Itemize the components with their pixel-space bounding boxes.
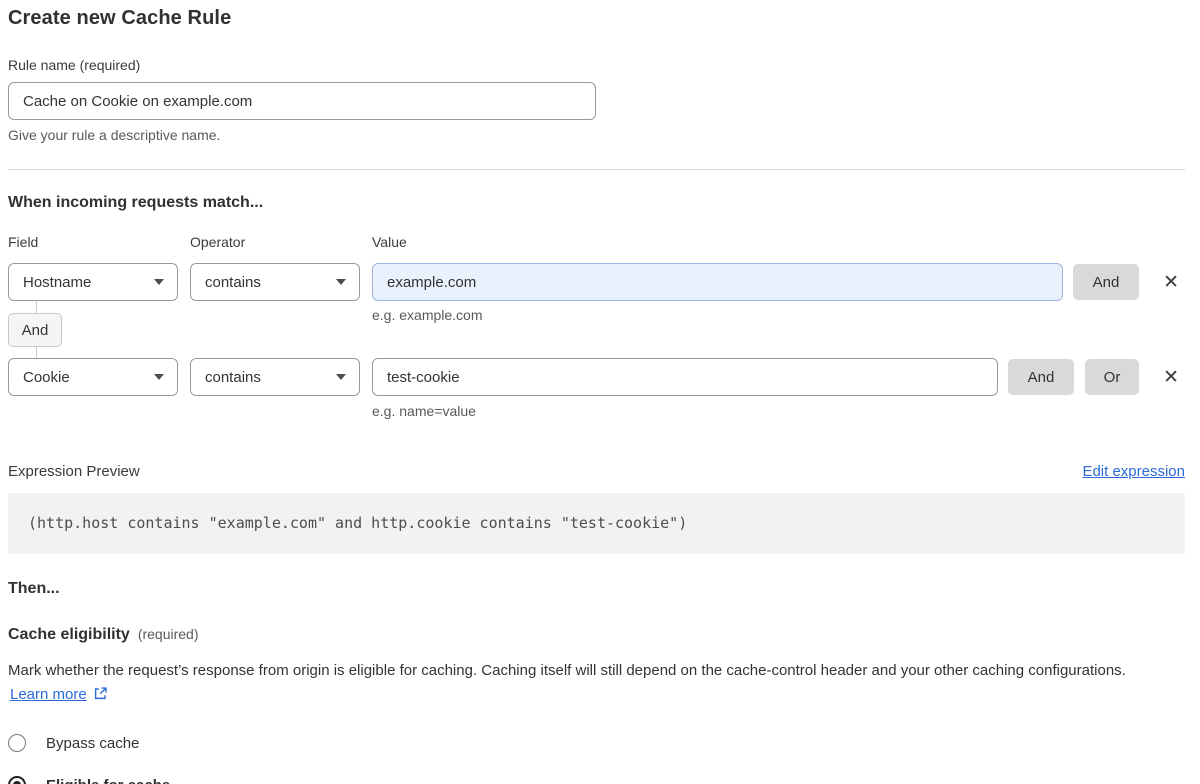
- field-select-row2[interactable]: Cookie: [8, 358, 178, 396]
- value-input-row1[interactable]: [372, 263, 1063, 301]
- chevron-down-icon: [154, 374, 164, 380]
- expression-preview-header: Expression Preview Edit expression: [8, 463, 1185, 480]
- field-select-row1[interactable]: Hostname: [8, 263, 178, 301]
- operator-column-label: Operator: [190, 234, 372, 250]
- cache-eligibility-title: Cache eligibility: [8, 626, 130, 644]
- match-section-heading: When incoming requests match...: [8, 194, 1185, 212]
- chevron-down-icon: [336, 374, 346, 380]
- expression-preview-label: Expression Preview: [8, 463, 140, 480]
- operator-select-row1-value: contains: [205, 274, 261, 291]
- cache-eligibility-header: Cache eligibility (required): [8, 626, 1185, 644]
- value-input-row2[interactable]: [372, 358, 998, 396]
- rule-name-input[interactable]: [8, 82, 596, 120]
- field-select-row2-value: Cookie: [23, 369, 70, 386]
- value-hint-row2: e.g. name=value: [372, 403, 1185, 419]
- connector-zone: And e.g. example.com: [8, 301, 1185, 358]
- operator-select-row2[interactable]: contains: [190, 358, 360, 396]
- chevron-down-icon: [336, 279, 346, 285]
- value-hint-row1: e.g. example.com: [372, 307, 483, 323]
- learn-more-link[interactable]: Learn more: [10, 686, 87, 703]
- radio-label-bypass-cache: Bypass cache: [46, 735, 139, 752]
- match-row-1: Hostname contains And ✕: [8, 263, 1185, 301]
- rule-name-help: Give your rule a descriptive name.: [8, 127, 1185, 143]
- value-column-label: Value: [372, 234, 1185, 250]
- radio-label-eligible-for-cache: Eligible for cache: [46, 777, 170, 784]
- remove-condition-button-row2[interactable]: ✕: [1159, 366, 1183, 389]
- match-column-labels: Field Operator Value: [8, 234, 1185, 250]
- and-connector-button[interactable]: And: [8, 313, 62, 347]
- cache-eligibility-description: Mark whether the request’s response from…: [8, 659, 1158, 709]
- then-heading: Then...: [8, 580, 1185, 598]
- external-link-icon: [93, 688, 108, 705]
- section-divider: [8, 169, 1185, 170]
- page-title: Create new Cache Rule: [8, 7, 1185, 30]
- radio-unselected-icon[interactable]: [8, 734, 26, 752]
- chevron-down-icon: [154, 279, 164, 285]
- operator-select-row2-value: contains: [205, 369, 261, 386]
- close-icon: ✕: [1163, 367, 1179, 388]
- field-column-label: Field: [8, 234, 190, 250]
- add-and-condition-button-row1[interactable]: And: [1073, 264, 1139, 300]
- operator-select-row1[interactable]: contains: [190, 263, 360, 301]
- description-text: Mark whether the request’s response from…: [8, 662, 1126, 679]
- create-cache-rule-page: Create new Cache Rule Rule name (require…: [0, 0, 1200, 784]
- radio-selected-icon[interactable]: [8, 776, 26, 784]
- edit-expression-link[interactable]: Edit expression: [1082, 463, 1185, 480]
- rule-name-label: Rule name (required): [8, 57, 1185, 73]
- match-row-2: Cookie contains And Or ✕: [8, 358, 1185, 396]
- cache-eligibility-required-note: (required): [138, 626, 199, 642]
- radio-option-eligible-for-cache[interactable]: Eligible for cache: [8, 776, 1185, 784]
- add-and-condition-button-row2[interactable]: And: [1008, 359, 1074, 395]
- expression-code-block: (http.host contains "example.com" and ht…: [8, 493, 1185, 554]
- close-icon: ✕: [1163, 272, 1179, 293]
- field-select-row1-value: Hostname: [23, 274, 91, 291]
- radio-option-bypass-cache[interactable]: Bypass cache: [8, 734, 1185, 752]
- add-or-condition-button-row2[interactable]: Or: [1085, 359, 1139, 395]
- remove-condition-button-row1[interactable]: ✕: [1159, 271, 1183, 294]
